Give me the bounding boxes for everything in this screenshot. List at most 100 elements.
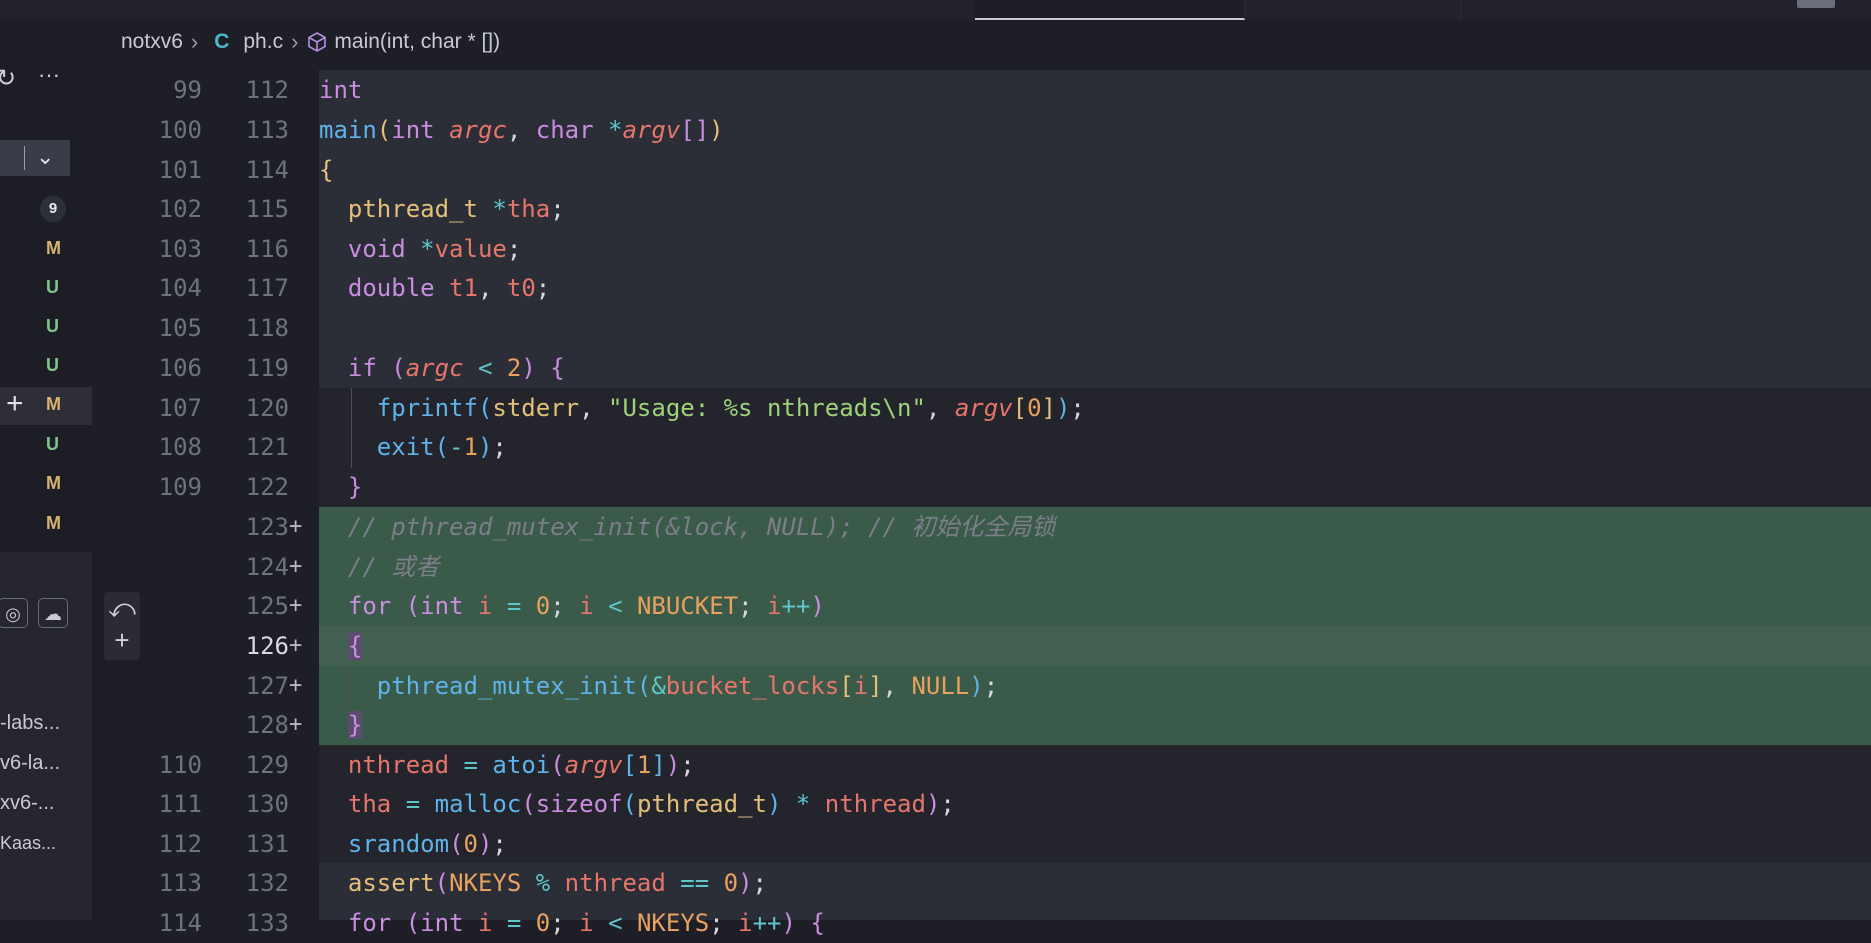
repository-item[interactable]: xv6-...	[0, 792, 70, 815]
code-token: t1	[449, 274, 478, 302]
editor-tab[interactable]	[524, 0, 758, 20]
code-line[interactable]: double t1, t0;	[319, 268, 550, 308]
code-token: 0	[535, 909, 551, 937]
new-line-number: 120	[245, 394, 289, 422]
code-token: int	[420, 909, 464, 937]
code-token: i	[477, 909, 493, 937]
code-line[interactable]: nthread = atoi(argv[1]);	[319, 745, 695, 785]
code-token: argc	[449, 116, 507, 144]
code-token: i	[579, 909, 594, 937]
new-line-number: 124	[245, 553, 289, 581]
code-line[interactable]: if (argc < 2) {	[319, 348, 565, 388]
code-comment: // 或者	[347, 553, 440, 581]
code-line[interactable]: }	[319, 467, 362, 507]
code-token: argc	[405, 354, 464, 382]
code-token: bucket_locks	[665, 672, 840, 700]
dropdown-divider	[24, 146, 25, 170]
stage-change-icon[interactable]: +	[6, 388, 24, 420]
more-actions-icon[interactable]: ···	[38, 62, 60, 88]
editor-tab-active[interactable]	[975, 0, 1245, 20]
old-line-number: 110	[158, 751, 202, 779]
code-line[interactable]: for (int i = 0; i < NBUCKET; i++)	[319, 586, 825, 626]
code-token: pthread_mutex_init	[376, 672, 637, 700]
breadcrumb: notxv6 › C ph.c › main(int, char * [])	[92, 22, 500, 62]
code-token: int	[391, 116, 435, 144]
code-token: (	[622, 790, 637, 818]
code-token: int	[319, 76, 363, 104]
breadcrumb-folder[interactable]: notxv6	[121, 30, 183, 54]
editor-tab[interactable]	[0, 0, 311, 20]
commit-action-dropdown[interactable]: ⌄	[0, 140, 70, 176]
added-line-marker: +	[289, 712, 303, 737]
new-line-number: 127	[245, 672, 289, 700]
added-line-marker: +	[289, 633, 303, 658]
repository-item[interactable]: Kaas...	[0, 833, 70, 854]
code-line[interactable]: // 或者	[319, 547, 439, 587]
code-token: *	[608, 116, 623, 144]
code-token: double	[347, 274, 435, 302]
changes-count-badge: 9	[40, 196, 66, 222]
diff-actions: ⤺ +	[104, 592, 140, 660]
added-line-marker: +	[289, 593, 303, 618]
code-token: )	[477, 830, 493, 858]
file-status-U: U	[46, 434, 59, 454]
code-token: ]	[868, 672, 883, 700]
revert-change-icon[interactable]: ⤺	[104, 592, 140, 624]
code-token: )	[477, 433, 493, 461]
code-line[interactable]: // pthread_mutex_init(&lock, NULL); // 初…	[319, 507, 1056, 547]
code-line[interactable]: srandom(0);	[319, 824, 507, 864]
code-line[interactable]: main(int argc, char *argv[])	[319, 110, 724, 150]
code-token: =	[405, 790, 421, 818]
file-status-U: U	[46, 277, 59, 297]
new-line-number: 116	[245, 235, 289, 263]
breadcrumb-file[interactable]: ph.c	[243, 30, 283, 54]
code-token: )	[738, 869, 753, 897]
target-icon[interactable]: ◎	[0, 598, 28, 628]
code-token: }	[347, 473, 363, 501]
code-token: NKEYS	[449, 869, 522, 897]
code-token: ++	[752, 909, 782, 937]
code-line[interactable]: int	[319, 70, 362, 110]
chevron-down-icon[interactable]: ⌄	[36, 144, 54, 170]
c-file-icon: C	[214, 30, 230, 53]
code-line[interactable]: tha = malloc(sizeof(pthread_t) * nthread…	[319, 784, 955, 824]
repository-item[interactable]: -labs...	[0, 712, 70, 735]
file-status-M: M	[46, 473, 61, 493]
code-token: -	[449, 433, 464, 461]
editor-tab[interactable]	[310, 0, 525, 20]
code-token: ++	[781, 592, 811, 620]
code-token: )	[1055, 394, 1071, 422]
panel-toggle-button[interactable]	[1797, 0, 1835, 8]
old-line-number: 109	[158, 473, 202, 501]
symbol-method-icon	[306, 31, 328, 53]
code-token: =	[506, 909, 522, 937]
file-status-U: U	[46, 355, 59, 375]
code-line[interactable]: pthread_mutex_init(&bucket_locks[i], NUL…	[319, 666, 998, 706]
breadcrumb-symbol[interactable]: main(int, char * [])	[334, 30, 500, 54]
refresh-icon[interactable]: ↻	[0, 64, 16, 93]
file-status-M: M	[46, 513, 61, 533]
cloud-icon[interactable]: ☁	[38, 598, 68, 628]
stage-hunk-icon[interactable]: +	[104, 624, 140, 656]
code-token: for	[347, 592, 392, 620]
code-line[interactable]: for (int i = 0; i < NKEYS; i++) {	[319, 903, 825, 943]
editor-tab[interactable]	[1245, 0, 1461, 20]
editor-tab[interactable]	[757, 0, 976, 20]
code-comment: // pthread_mutex_init(&lock, NULL); // 初…	[347, 513, 1056, 541]
code-line[interactable]: exit(-1);	[319, 427, 507, 467]
new-line-number: 125	[245, 592, 289, 620]
new-line-number: 119	[245, 354, 289, 382]
code-line[interactable]: }	[319, 705, 363, 745]
code-line[interactable]: fprintf(stderr, "Usage: %s nthreads\n", …	[319, 388, 1085, 428]
old-line-number: 102	[158, 195, 202, 223]
code-line[interactable]: void *value;	[319, 229, 521, 269]
code-token: )	[766, 790, 782, 818]
code-token: )	[781, 909, 796, 937]
code-line[interactable]: assert(NKEYS % nthread == 0);	[319, 863, 767, 903]
code-line[interactable]: {	[319, 626, 363, 666]
new-line-number: 112	[245, 76, 289, 104]
code-line[interactable]: {	[319, 150, 333, 190]
code-line[interactable]: pthread_t *tha;	[319, 189, 565, 229]
repository-item[interactable]: v6-la...	[0, 752, 70, 775]
code-token: atoi	[492, 751, 551, 779]
